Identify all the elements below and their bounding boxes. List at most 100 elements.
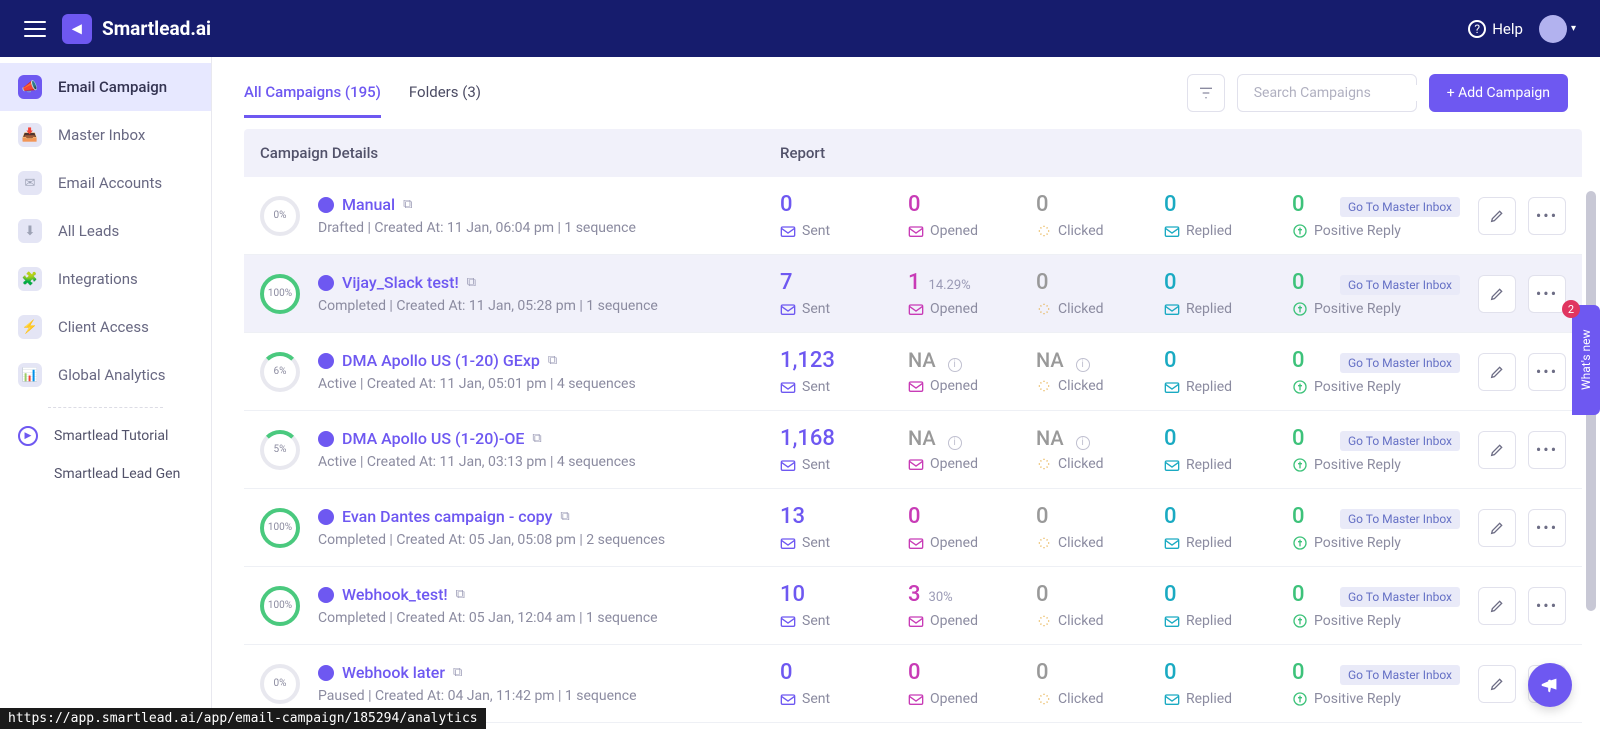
table-row[interactable]: 100%Evan Dantes campaign - copy⧉Complete…: [244, 489, 1582, 567]
opened-value: 0: [908, 660, 921, 685]
progress-ring: 0%: [260, 664, 300, 704]
status-dot: [318, 353, 334, 369]
progress-ring: 100%: [260, 274, 300, 314]
positive-value: 0: [1292, 660, 1305, 685]
search-box[interactable]: [1237, 74, 1417, 112]
status-dot: [318, 587, 334, 603]
external-link-icon[interactable]: ⧉: [532, 431, 541, 446]
replied-value: 0: [1164, 582, 1177, 607]
table-row[interactable]: 6%DMA Apollo US (1-20) GExp⧉Active | Cre…: [244, 333, 1582, 411]
positive-icon: [1292, 693, 1308, 705]
sent-icon: [780, 537, 796, 549]
table-row[interactable]: 0%Manual⧉Drafted | Created At: 11 Jan, 0…: [244, 177, 1582, 255]
sidebar-item-label: Email Campaign: [58, 78, 167, 96]
more-button[interactable]: •••: [1528, 431, 1566, 469]
replied-value: 0: [1164, 426, 1177, 451]
sent-icon: [780, 225, 796, 237]
campaign-table: Campaign Details Report 0%Manual⧉Drafted…: [212, 117, 1600, 729]
campaign-name-link[interactable]: Vijay_Slack test!: [342, 273, 459, 292]
whatsnew-tab[interactable]: What's new: [1572, 305, 1600, 415]
sidebar-item-integrations[interactable]: 🧩Integrations: [0, 255, 211, 303]
sidebar-item-client-access[interactable]: ⚡Client Access: [0, 303, 211, 351]
go-to-master-inbox[interactable]: Go To Master Inbox: [1340, 275, 1460, 295]
status-dot: [318, 431, 334, 447]
table-row[interactable]: 100%Vijay_Slack test!⧉Completed | Create…: [244, 255, 1582, 333]
sent-icon: [780, 303, 796, 315]
table-row[interactable]: 100%Webhook_test!⧉Completed | Created At…: [244, 567, 1582, 645]
go-to-master-inbox[interactable]: Go To Master Inbox: [1340, 587, 1460, 607]
campaign-name-link[interactable]: Webhook_test!: [342, 585, 448, 604]
sidebar-tutorial[interactable]: ▶ Smartlead Tutorial: [0, 416, 211, 456]
sent-icon: [780, 615, 796, 627]
external-link-icon[interactable]: ⧉: [456, 587, 465, 602]
positive-icon: [1292, 303, 1308, 315]
brand-logo[interactable]: Smartlead.ai: [62, 14, 211, 44]
sidebar-item-label: Master Inbox: [58, 126, 145, 144]
go-to-master-inbox[interactable]: Go To Master Inbox: [1340, 353, 1460, 373]
clicked-value: 0: [1036, 504, 1049, 529]
more-button[interactable]: •••: [1528, 275, 1566, 313]
replied-icon: [1164, 615, 1180, 627]
more-button[interactable]: •••: [1528, 587, 1566, 625]
go-to-master-inbox[interactable]: Go To Master Inbox: [1340, 509, 1460, 529]
more-button[interactable]: •••: [1528, 509, 1566, 547]
tab-folders[interactable]: Folders (3): [409, 69, 481, 118]
opened-icon: [908, 303, 924, 315]
filter-button[interactable]: [1187, 74, 1225, 112]
edit-button[interactable]: [1478, 353, 1516, 391]
external-link-icon[interactable]: ⧉: [560, 509, 569, 524]
edit-button[interactable]: [1478, 275, 1516, 313]
replied-value: 0: [1164, 660, 1177, 685]
external-link-icon[interactable]: ⧉: [403, 197, 412, 212]
campaign-name-link[interactable]: DMA Apollo US (1-20)-OE: [342, 429, 524, 448]
tab-all-campaigns[interactable]: All Campaigns (195): [244, 69, 381, 118]
campaign-name-link[interactable]: Manual: [342, 195, 395, 214]
external-link-icon[interactable]: ⧉: [453, 665, 462, 680]
more-button[interactable]: •••: [1528, 353, 1566, 391]
campaign-subtitle: Completed | Created At: 05 Jan, 12:04 am…: [318, 610, 780, 626]
search-input[interactable]: [1254, 85, 1432, 101]
fab-button[interactable]: [1528, 663, 1572, 707]
external-link-icon[interactable]: ⧉: [467, 275, 476, 290]
more-icon: •••: [1536, 362, 1558, 381]
clicked-icon: [1036, 458, 1052, 470]
sidebar-item-email-accounts[interactable]: ✉Email Accounts: [0, 159, 211, 207]
clicked-value: 0: [1036, 270, 1049, 295]
go-to-master-inbox[interactable]: Go To Master Inbox: [1340, 197, 1460, 217]
external-link-icon[interactable]: ⧉: [548, 353, 557, 368]
sidebar-item-all-leads[interactable]: ⬇All Leads: [0, 207, 211, 255]
edit-button[interactable]: [1478, 197, 1516, 235]
user-menu[interactable]: ▾: [1539, 15, 1576, 43]
positive-value: 0: [1292, 426, 1305, 451]
sidebar-item-email-campaign[interactable]: 📣Email Campaign: [0, 63, 211, 111]
edit-button[interactable]: [1478, 665, 1516, 703]
campaign-name-link[interactable]: DMA Apollo US (1-20) GExp: [342, 351, 540, 370]
pencil-icon: [1489, 520, 1505, 536]
positive-value: 0: [1292, 348, 1305, 373]
bars-icon: 📊: [18, 363, 42, 387]
sidebar-leadgen[interactable]: Smartlead Lead Gen: [0, 456, 211, 492]
add-campaign-button[interactable]: + Add Campaign: [1429, 74, 1568, 112]
more-button[interactable]: •••: [1528, 197, 1566, 235]
sent-value: 0: [780, 192, 793, 217]
opened-icon: [908, 615, 924, 627]
edit-button[interactable]: [1478, 431, 1516, 469]
go-to-master-inbox[interactable]: Go To Master Inbox: [1340, 665, 1460, 685]
go-to-master-inbox[interactable]: Go To Master Inbox: [1340, 431, 1460, 451]
edit-button[interactable]: [1478, 587, 1516, 625]
more-icon: •••: [1536, 284, 1558, 303]
sidebar-item-label: Client Access: [58, 318, 149, 336]
campaign-name-link[interactable]: Evan Dantes campaign - copy: [342, 507, 552, 526]
replied-value: 0: [1164, 348, 1177, 373]
clicked-value: NA: [1036, 348, 1064, 372]
filter-icon: [1198, 85, 1214, 101]
sidebar-item-master-inbox[interactable]: 📥Master Inbox: [0, 111, 211, 159]
hamburger-menu[interactable]: [24, 21, 46, 37]
sidebar-item-global-analytics[interactable]: 📊Global Analytics: [0, 351, 211, 399]
edit-button[interactable]: [1478, 509, 1516, 547]
help-link[interactable]: ? Help: [1468, 20, 1523, 38]
table-row[interactable]: 5%DMA Apollo US (1-20)-OE⧉Active | Creat…: [244, 411, 1582, 489]
replied-icon: [1164, 303, 1180, 315]
clicked-icon: [1036, 693, 1052, 705]
campaign-name-link[interactable]: Webhook later: [342, 663, 445, 682]
